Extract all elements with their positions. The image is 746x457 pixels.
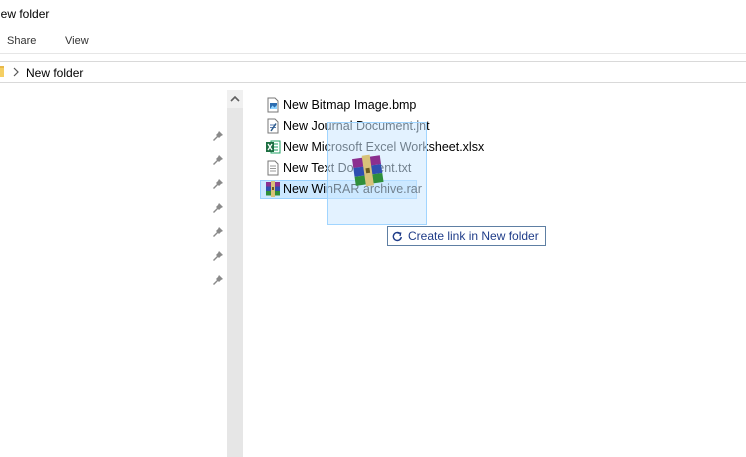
pin-icon[interactable] (212, 226, 224, 238)
pin-icon[interactable] (212, 154, 224, 166)
winrar-archive-icon (266, 181, 280, 197)
excel-file-icon (266, 140, 281, 154)
file-item-bitmap[interactable]: New Bitmap Image.bmp (260, 96, 560, 115)
scroll-up-button[interactable] (227, 90, 243, 108)
journal-file-icon (267, 118, 279, 134)
window-title: New folder (0, 7, 50, 21)
pin-icon[interactable] (212, 130, 224, 142)
navigation-pane (0, 90, 227, 457)
folder-icon (0, 66, 4, 77)
drag-preview (327, 122, 427, 225)
file-name: New Bitmap Image.bmp (283, 98, 417, 112)
address-bar[interactable]: New folder (0, 61, 746, 83)
chevron-right-icon[interactable] (12, 67, 20, 77)
winrar-archive-icon (352, 154, 384, 187)
breadcrumb-new-folder[interactable]: New folder (26, 66, 83, 80)
pin-icon[interactable] (212, 250, 224, 262)
bitmap-file-icon (267, 97, 279, 113)
tab-share[interactable]: Share (7, 35, 36, 47)
title-bar: New folder (0, 0, 746, 30)
pin-icon[interactable] (212, 202, 224, 214)
link-arrow-icon (392, 231, 402, 242)
tab-view[interactable]: View (65, 35, 89, 47)
pin-icon[interactable] (212, 274, 224, 286)
drag-tooltip: Create link in New folder (387, 226, 546, 246)
nav-scrollbar[interactable] (227, 90, 243, 457)
text-file-icon (267, 160, 279, 176)
ribbon: Share View (0, 30, 746, 54)
tooltip-text: Create link in New folder (408, 229, 539, 243)
pin-icon[interactable] (212, 178, 224, 190)
chevron-up-icon (230, 95, 240, 102)
